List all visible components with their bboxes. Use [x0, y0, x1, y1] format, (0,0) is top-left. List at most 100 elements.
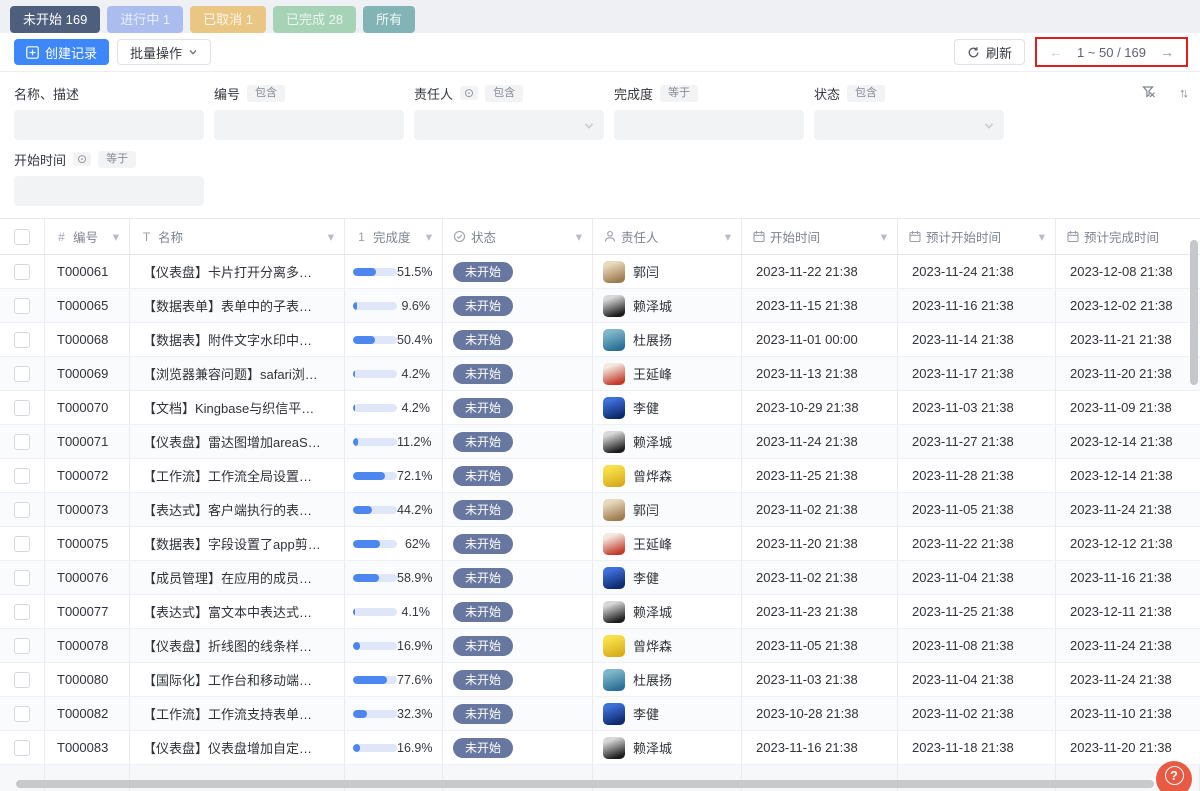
plan-finish-date-cell[interactable]: 2023-11-09 21:38 [1056, 391, 1200, 424]
name-cell[interactable]: 【仪表盘】卡片打开分离多… [130, 255, 345, 288]
code-cell[interactable]: T000080 [45, 663, 130, 696]
progress-cell[interactable]: 4.2% [345, 391, 443, 424]
filter-operator-tag[interactable]: 等于 [660, 85, 698, 102]
caret-down-icon[interactable]: ▾ [328, 229, 334, 244]
status-cell[interactable]: 未开始 [443, 425, 593, 458]
tab-all[interactable]: 所有 [363, 6, 415, 33]
row-checkbox[interactable] [14, 672, 30, 688]
caret-down-icon[interactable]: ▾ [881, 229, 887, 244]
row-checkbox[interactable] [14, 740, 30, 756]
start-date-cell[interactable]: 2023-11-15 21:38 [742, 289, 898, 322]
start-date-cell[interactable]: 2023-11-13 21:38 [742, 357, 898, 390]
status-cell[interactable]: 未开始 [443, 323, 593, 356]
column-header-plan-finish[interactable]: 预计完成时间 [1056, 219, 1200, 254]
filter-owner-select[interactable] [414, 110, 604, 140]
row-checkbox[interactable] [14, 536, 30, 552]
code-cell[interactable]: T000069 [45, 357, 130, 390]
name-cell[interactable]: 【工作流】工作流全局设置… [130, 459, 345, 492]
code-cell[interactable]: T000083 [45, 731, 130, 764]
status-cell[interactable]: 未开始 [443, 255, 593, 288]
filter-operator-tag[interactable]: 包含 [847, 85, 885, 102]
plan-start-date-cell[interactable]: 2023-11-03 21:38 [898, 391, 1056, 424]
start-date-cell[interactable]: 2023-11-05 21:38 [742, 629, 898, 662]
plan-start-date-cell[interactable]: 2023-11-04 21:38 [898, 561, 1056, 594]
plan-finish-date-cell[interactable]: 2023-11-20 21:38 [1056, 731, 1200, 764]
refresh-button[interactable]: 刷新 [954, 39, 1025, 65]
column-header-name[interactable]: T名称▾ [130, 219, 345, 254]
owner-cell[interactable]: 王延峰 [593, 527, 742, 560]
code-cell[interactable]: T000070 [45, 391, 130, 424]
horizontal-scrollbar[interactable] [16, 780, 1154, 788]
row-checkbox[interactable] [14, 264, 30, 280]
code-cell[interactable]: T000078 [45, 629, 130, 662]
plan-start-date-cell[interactable]: 2023-11-25 21:38 [898, 595, 1056, 628]
owner-cell[interactable]: 李健 [593, 391, 742, 424]
status-cell[interactable]: 未开始 [443, 561, 593, 594]
caret-down-icon[interactable]: ▾ [725, 229, 731, 244]
plan-start-date-cell[interactable]: 2023-11-28 21:38 [898, 459, 1056, 492]
column-header-code[interactable]: #编号▾ [45, 219, 130, 254]
filter-start-time-input[interactable] [14, 176, 204, 206]
progress-cell[interactable]: 4.2% [345, 357, 443, 390]
progress-cell[interactable]: 51.5% [345, 255, 443, 288]
status-cell[interactable]: 未开始 [443, 357, 593, 390]
column-header-start[interactable]: 开始时间▾ [742, 219, 898, 254]
status-cell[interactable]: 未开始 [443, 493, 593, 526]
owner-cell[interactable]: 杜展扬 [593, 663, 742, 696]
filter-status-select[interactable] [814, 110, 1004, 140]
plan-finish-date-cell[interactable]: 2023-11-20 21:38 [1056, 357, 1200, 390]
plan-finish-date-cell[interactable]: 2023-12-08 21:38 [1056, 255, 1200, 288]
plan-finish-date-cell[interactable]: 2023-11-24 21:38 [1056, 629, 1200, 662]
owner-cell[interactable]: 赖泽城 [593, 289, 742, 322]
name-cell[interactable]: 【表达式】富文本中表达式… [130, 595, 345, 628]
tab-cancelled[interactable]: 已取消 1 [190, 6, 266, 33]
plan-start-date-cell[interactable]: 2023-11-17 21:38 [898, 357, 1056, 390]
owner-cell[interactable]: 赖泽城 [593, 425, 742, 458]
owner-cell[interactable]: 李健 [593, 697, 742, 730]
status-cell[interactable]: 未开始 [443, 663, 593, 696]
start-date-cell[interactable]: 2023-11-02 21:38 [742, 561, 898, 594]
progress-cell[interactable]: 50.4% [345, 323, 443, 356]
name-cell[interactable]: 【数据表】附件文字水印中… [130, 323, 345, 356]
row-checkbox[interactable] [14, 706, 30, 722]
progress-cell[interactable]: 44.2% [345, 493, 443, 526]
plan-finish-date-cell[interactable]: 2023-11-21 21:38 [1056, 323, 1200, 356]
name-cell[interactable]: 【仪表盘】雷达图增加areaS… [130, 425, 345, 458]
row-checkbox[interactable] [14, 298, 30, 314]
progress-cell[interactable]: 58.9% [345, 561, 443, 594]
name-cell[interactable]: 【数据表单】表单中的子表… [130, 289, 345, 322]
filter-operator-tag[interactable]: 等于 [98, 151, 136, 168]
help-button[interactable]: ? [1156, 761, 1192, 791]
progress-cell[interactable]: 11.2% [345, 425, 443, 458]
start-date-cell[interactable]: 2023-10-29 21:38 [742, 391, 898, 424]
row-checkbox[interactable] [14, 502, 30, 518]
name-cell[interactable]: 【浏览器兼容问题】safari浏… [130, 357, 345, 390]
owner-cell[interactable]: 郭闫 [593, 255, 742, 288]
plan-start-date-cell[interactable]: 2023-11-04 21:38 [898, 663, 1056, 696]
progress-cell[interactable]: 16.9% [345, 629, 443, 662]
status-cell[interactable]: 未开始 [443, 629, 593, 662]
plan-start-date-cell[interactable]: 2023-11-18 21:38 [898, 731, 1056, 764]
row-checkbox[interactable] [14, 400, 30, 416]
name-cell[interactable]: 【文档】Kingbase与织信平… [130, 391, 345, 424]
name-cell[interactable]: 【仪表盘】仪表盘增加自定… [130, 731, 345, 764]
status-cell[interactable]: 未开始 [443, 731, 593, 764]
status-cell[interactable]: 未开始 [443, 527, 593, 560]
code-cell[interactable]: T000073 [45, 493, 130, 526]
progress-cell[interactable]: 16.9% [345, 731, 443, 764]
name-cell[interactable]: 【国际化】工作台和移动端… [130, 663, 345, 696]
progress-cell[interactable]: 4.1% [345, 595, 443, 628]
progress-cell[interactable]: 77.6% [345, 663, 443, 696]
owner-cell[interactable]: 郭闫 [593, 493, 742, 526]
plan-finish-date-cell[interactable]: 2023-12-14 21:38 [1056, 459, 1200, 492]
create-record-button[interactable]: 创建记录 [14, 39, 109, 65]
row-checkbox[interactable] [14, 434, 30, 450]
row-checkbox[interactable] [14, 366, 30, 382]
select-all-checkbox[interactable] [14, 229, 30, 245]
status-cell[interactable]: 未开始 [443, 459, 593, 492]
plan-start-date-cell[interactable]: 2023-11-05 21:38 [898, 493, 1056, 526]
start-date-cell[interactable]: 2023-11-01 00:00 [742, 323, 898, 356]
name-cell[interactable]: 【工作流】工作流支持表单… [130, 697, 345, 730]
column-header-plan-start[interactable]: 预计开始时间▾ [898, 219, 1056, 254]
status-cell[interactable]: 未开始 [443, 697, 593, 730]
